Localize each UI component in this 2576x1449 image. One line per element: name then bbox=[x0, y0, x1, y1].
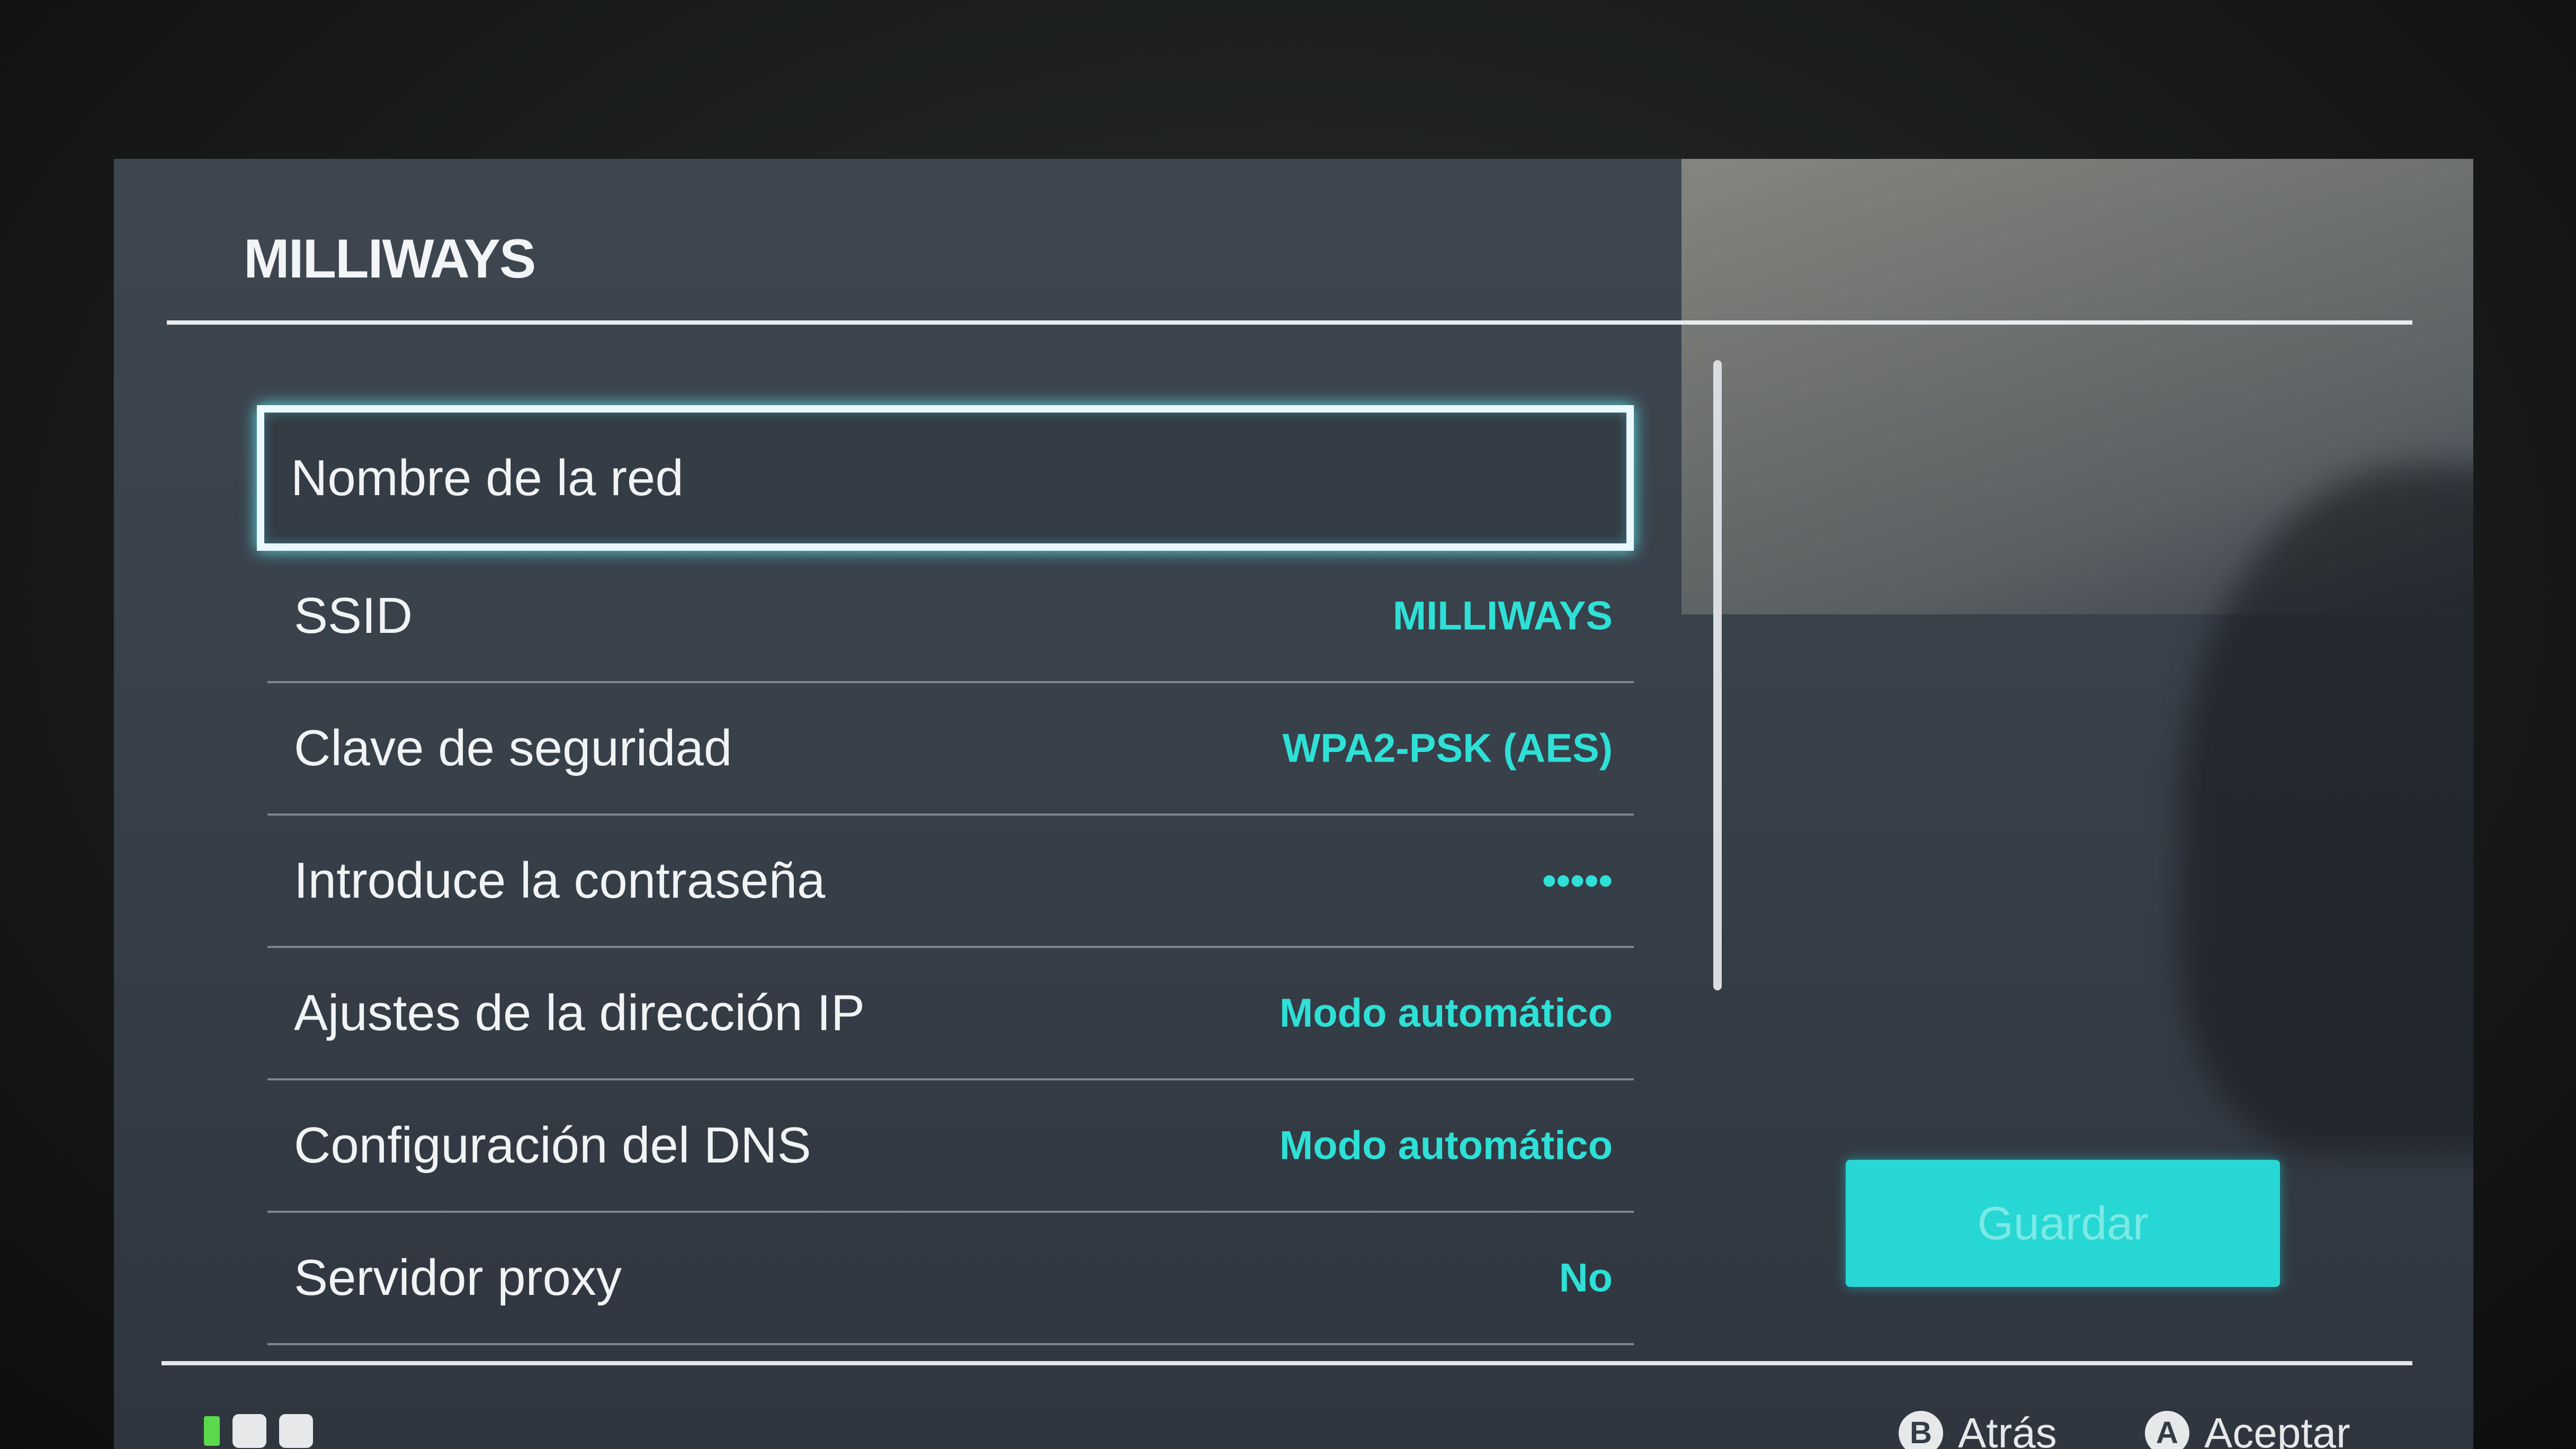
b-button-icon: B bbox=[1899, 1411, 1943, 1449]
row-label: Clave de seguridad bbox=[294, 720, 732, 776]
page-title: MILLIWAYS bbox=[244, 228, 536, 290]
settings-row-proxy[interactable]: Servidor proxy No bbox=[267, 1213, 1634, 1345]
a-button-icon: A bbox=[2145, 1411, 2189, 1449]
footer-divider bbox=[162, 1361, 2412, 1365]
back-hint[interactable]: B Atrás bbox=[1899, 1409, 2057, 1449]
list-scrollbar[interactable] bbox=[1713, 360, 1722, 990]
row-value: MILLIWAYS bbox=[1392, 593, 1613, 639]
accept-label: Aceptar bbox=[2204, 1409, 2350, 1449]
settings-row-password[interactable]: Introduce la contraseña ••••• bbox=[267, 816, 1634, 948]
save-button[interactable]: Guardar bbox=[1846, 1160, 2280, 1287]
settings-row-ssid[interactable]: SSID MILLIWAYS bbox=[267, 551, 1634, 683]
settings-row-dns[interactable]: Configuración del DNS Modo automático bbox=[267, 1080, 1634, 1213]
settings-row-ip-settings[interactable]: Ajustes de la dirección IP Modo automáti… bbox=[267, 948, 1634, 1080]
settings-row-network-name[interactable]: Nombre de la red bbox=[257, 405, 1634, 551]
row-label: Introduce la contraseña bbox=[294, 852, 826, 909]
settings-list: Nombre de la red SSID MILLIWAYS Clave de… bbox=[257, 405, 1634, 1345]
row-label: Configuración del DNS bbox=[294, 1117, 811, 1174]
accept-hint[interactable]: A Aceptar bbox=[2145, 1409, 2350, 1449]
controller-indicator bbox=[204, 1414, 313, 1448]
row-label: Ajustes de la dirección IP bbox=[294, 985, 865, 1041]
row-label: SSID bbox=[294, 587, 413, 644]
screen: MILLIWAYS Nombre de la red SSID MILLIWAY… bbox=[114, 159, 2473, 1449]
row-label: Nombre de la red bbox=[291, 449, 684, 506]
screen-glare bbox=[1681, 159, 2473, 614]
row-value: WPA2-PSK (AES) bbox=[1282, 726, 1613, 771]
joycon-left-icon bbox=[232, 1414, 266, 1448]
screen-reflection bbox=[2179, 466, 2473, 1155]
device-frame: MILLIWAYS Nombre de la red SSID MILLIWAY… bbox=[0, 0, 2576, 1449]
settings-row-security-key[interactable]: Clave de seguridad WPA2-PSK (AES) bbox=[267, 683, 1634, 816]
row-value: ••••• bbox=[1542, 858, 1613, 904]
player-indicator-icon bbox=[204, 1416, 220, 1446]
row-value: No bbox=[1559, 1255, 1613, 1301]
row-value: Modo automático bbox=[1279, 990, 1613, 1036]
back-label: Atrás bbox=[1958, 1409, 2057, 1449]
row-label: Servidor proxy bbox=[294, 1249, 622, 1306]
row-value: Modo automático bbox=[1279, 1123, 1613, 1168]
header-divider bbox=[167, 320, 2412, 325]
joycon-right-icon bbox=[279, 1414, 313, 1448]
